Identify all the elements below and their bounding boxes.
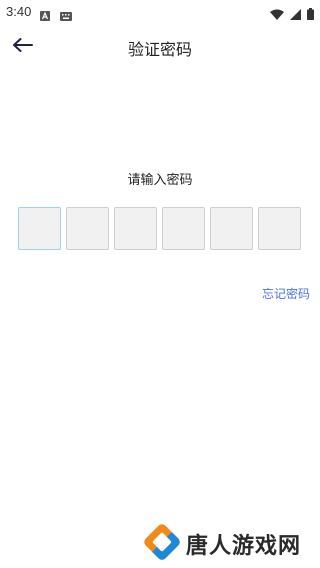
- pin-digit-3[interactable]: [114, 207, 157, 250]
- status-right-icons: [270, 5, 314, 24]
- a-badge-icon: [40, 6, 50, 25]
- pin-digit-4[interactable]: [162, 207, 205, 250]
- watermark: 唐人游戏网: [143, 523, 301, 565]
- battery-icon: [307, 5, 314, 24]
- keyboard-icon: [60, 6, 72, 25]
- pin-digit-2[interactable]: [66, 207, 109, 250]
- pin-digit-6[interactable]: [258, 207, 301, 250]
- pin-digit-1[interactable]: [18, 207, 61, 250]
- wifi-icon: [270, 5, 284, 24]
- forgot-password-link[interactable]: 忘记密码: [262, 285, 310, 302]
- header: 验证密码: [0, 28, 320, 64]
- watermark-text: 唐人游戏网: [186, 534, 302, 559]
- status-left-icons: [40, 6, 72, 25]
- pin-input-group: [18, 207, 301, 250]
- page-title: 验证密码: [127, 40, 192, 59]
- watermark-logo-icon: [143, 523, 181, 565]
- password-prompt: 请输入密码: [127, 173, 193, 188]
- pin-digit-5[interactable]: [210, 207, 253, 250]
- status-bar: 3:40: [0, 0, 320, 24]
- signal-icon: [290, 5, 301, 24]
- status-time: 3:40: [6, 4, 32, 19]
